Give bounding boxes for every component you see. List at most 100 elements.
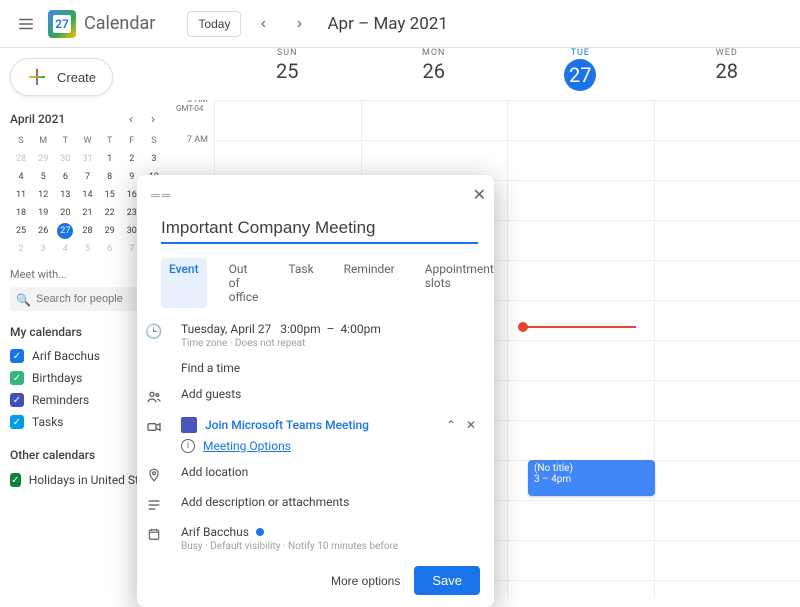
mini-next-button[interactable]: › [144,110,162,128]
mini-day-cell[interactable]: 4 [10,168,32,186]
tab-event[interactable]: Event [161,258,207,308]
organizer-sub[interactable]: Busy · Default visibility · Notify 10 mi… [181,541,480,552]
other-calendars-header[interactable]: Other calendars [10,448,95,462]
checkbox[interactable]: ✓ [10,349,24,363]
tab-out-of-office[interactable]: Out of office [221,258,267,308]
mini-day-cell[interactable]: 26 [32,222,54,240]
day-column-header[interactable]: TUE27 [507,48,654,100]
hour-label: 6 AM [170,100,214,135]
event-title-input[interactable] [161,214,478,244]
mini-day-cell[interactable]: 28 [76,222,98,240]
mini-day-cell[interactable]: 6 [54,168,76,186]
calendar-item-label: Reminders [32,393,89,407]
mini-day-cell[interactable]: 22 [99,204,121,222]
organizer-color-dot [256,528,264,536]
my-calendars-header[interactable]: My calendars [10,325,82,339]
meeting-options-link[interactable]: Meeting Options [203,439,291,453]
day-of-week: WED [654,48,800,58]
timezone-repeat-line[interactable]: Time zone · Does not repeat [181,338,480,349]
people-icon [137,387,171,405]
tab-task[interactable]: Task [280,258,321,308]
mini-dow: T [54,132,76,150]
save-button[interactable]: Save [414,566,480,595]
mini-day-cell[interactable]: 19 [32,204,54,222]
mini-day-cell[interactable]: 29 [99,222,121,240]
add-location-button[interactable]: Add location [181,465,480,479]
mini-day-cell[interactable]: 29 [32,150,54,168]
day-number: 27 [564,59,596,91]
checkbox[interactable]: ✓ [10,371,24,385]
mini-day-cell[interactable]: 8 [99,168,121,186]
calendar-small-icon [137,525,171,541]
mini-day-cell[interactable]: 3 [143,150,165,168]
close-icon[interactable]: ✕ [473,185,486,204]
day-number: 28 [654,59,800,83]
mini-dow: F [121,132,143,150]
mini-day-cell[interactable]: 27 [54,222,76,240]
more-options-button[interactable]: More options [331,574,400,588]
mini-day-cell[interactable]: 28 [10,150,32,168]
mini-dow: S [10,132,32,150]
event-end-time[interactable]: 4:00pm [340,322,380,336]
mini-day-cell[interactable]: 12 [32,186,54,204]
mini-day-cell[interactable]: 5 [32,168,54,186]
day-column-header[interactable]: SUN25 [214,48,361,100]
mini-day-cell[interactable]: 5 [76,240,98,258]
add-guests-button[interactable]: Add guests [181,387,480,401]
mini-day-cell[interactable]: 2 [10,240,32,258]
mini-calendar-title: April 2021 [10,112,65,126]
mini-day-cell[interactable]: 15 [99,186,121,204]
day-column-header[interactable]: MON26 [361,48,508,100]
now-indicator [523,326,636,328]
main-menu-icon[interactable] [12,10,40,38]
mini-day-cell[interactable]: 11 [10,186,32,204]
day-number: 26 [361,59,508,83]
find-time-link[interactable]: Find a time [181,361,480,375]
grid-row[interactable] [214,100,800,140]
day-column-header[interactable]: WED28 [654,48,800,100]
mini-day-cell[interactable]: 3 [32,240,54,258]
mini-day-cell[interactable]: 31 [76,150,98,168]
mini-day-cell[interactable]: 6 [99,240,121,258]
description-icon [137,495,171,513]
mini-day-cell[interactable]: 1 [99,150,121,168]
checkbox[interactable]: ✓ [10,473,21,487]
event-date[interactable]: Tuesday, April 27 [181,322,271,336]
people-search-input[interactable] [10,287,150,311]
mini-day-cell[interactable]: 13 [54,186,76,204]
remove-conference-icon[interactable]: ✕ [466,418,476,432]
mini-day-cell[interactable]: 14 [76,186,98,204]
mini-day-cell[interactable]: 25 [10,222,32,240]
event-time: 3 – 4pm [534,474,649,485]
next-period-button[interactable]: › [285,10,313,38]
mini-day-cell[interactable]: 2 [121,150,143,168]
mini-dow: W [76,132,98,150]
tab-appointment-slots[interactable]: Appointment slots [417,258,502,308]
checkbox[interactable]: ✓ [10,393,24,407]
today-button[interactable]: Today [187,11,241,37]
grid-row[interactable] [214,140,800,180]
mini-day-cell[interactable]: 21 [76,204,98,222]
mini-day-cell[interactable]: 20 [54,204,76,222]
mini-day-cell[interactable]: 30 [54,150,76,168]
checkbox[interactable]: ✓ [10,415,24,429]
organizer-name[interactable]: Arif Bacchus [181,525,249,539]
teams-icon [181,417,197,433]
mini-prev-button[interactable]: ‹ [122,110,140,128]
create-button[interactable]: Create [10,58,113,96]
prev-period-button[interactable]: ‹ [249,10,277,38]
day-of-week: SUN [214,48,361,58]
drag-handle-icon[interactable]: ══ [151,188,172,202]
teams-join-link[interactable]: Join Microsoft Teams Meeting [205,418,369,432]
chevron-up-icon[interactable]: ⌃ [446,418,456,432]
mini-dow: S [143,132,165,150]
mini-day-cell[interactable]: 7 [76,168,98,186]
location-icon [137,465,171,483]
add-description-button[interactable]: Add description or attachments [181,495,480,509]
event-block[interactable]: (No title) 3 – 4pm [528,460,655,496]
event-start-time[interactable]: 3:00pm [280,322,320,336]
mini-day-cell[interactable]: 4 [54,240,76,258]
mini-day-cell[interactable]: 18 [10,204,32,222]
tab-reminder[interactable]: Reminder [336,258,403,308]
plus-icon [27,67,47,87]
